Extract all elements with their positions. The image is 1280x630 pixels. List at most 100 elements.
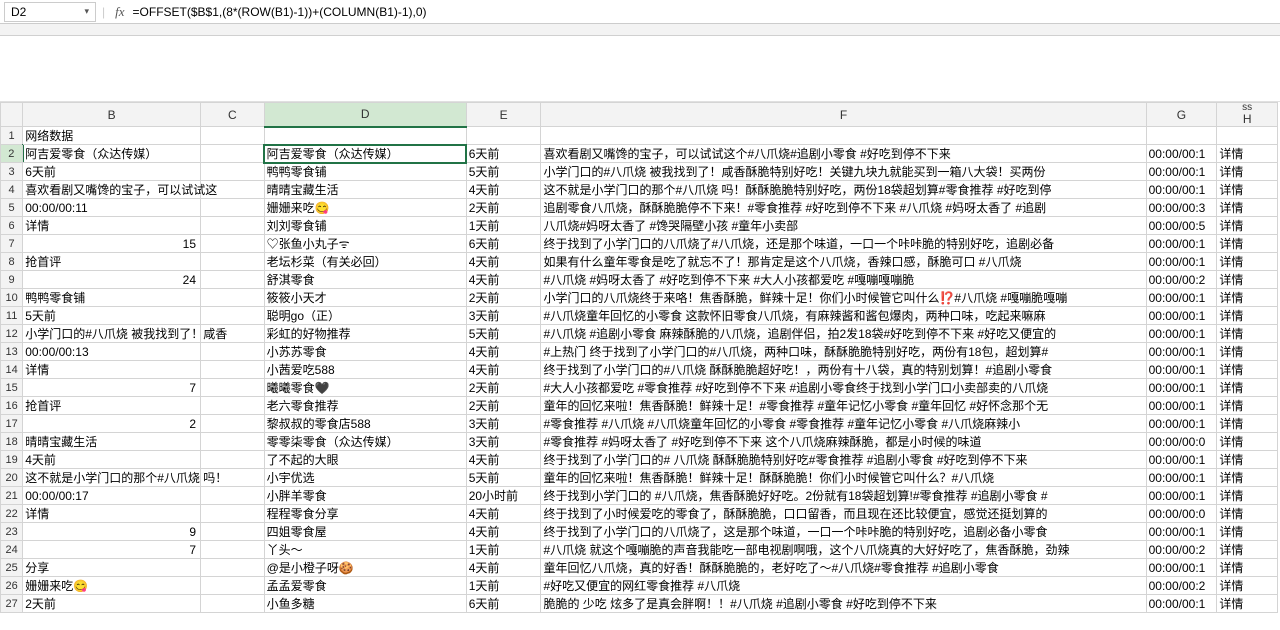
cell[interactable]: 详情: [1217, 433, 1278, 451]
cell[interactable]: 详情: [1217, 307, 1278, 325]
cell[interactable]: 详情: [1217, 559, 1278, 577]
cell[interactable]: 00:00/00:1: [1146, 415, 1217, 433]
cell[interactable]: 详情: [1217, 181, 1278, 199]
cell[interactable]: 00:00/00:1: [1146, 325, 1217, 343]
cell[interactable]: 详情: [1217, 469, 1278, 487]
cell[interactable]: 舒淇零食: [264, 271, 466, 289]
cell[interactable]: 00:00/00:1: [1146, 469, 1217, 487]
row-header[interactable]: 1: [1, 127, 23, 145]
cell[interactable]: 详情: [1217, 541, 1278, 559]
cell[interactable]: 详情: [1217, 415, 1278, 433]
cell[interactable]: 5天前: [466, 163, 541, 181]
cell[interactable]: 终于找到小学门口的 #八爪烧，焦香酥脆好好吃。2份就有18袋超划算!#零食推荐 …: [541, 487, 1146, 505]
cell[interactable]: 00:00/00:1: [1146, 487, 1217, 505]
row-header[interactable]: 9: [1, 271, 23, 289]
cell[interactable]: [201, 235, 265, 253]
cell[interactable]: 终于找到了小时候爱吃的零食了，酥酥脆脆，口口留香，而且现在还比较便宜，感觉还挺划…: [541, 505, 1146, 523]
cell[interactable]: 鸭鸭零食铺: [23, 289, 201, 307]
row-header[interactable]: 11: [1, 307, 23, 325]
row-header[interactable]: 26: [1, 577, 23, 595]
cell[interactable]: 00:00/00:1: [1146, 181, 1217, 199]
cell[interactable]: [201, 451, 265, 469]
name-box-dropdown-icon[interactable]: ▾: [84, 6, 89, 17]
cell[interactable]: 00:00/00:1: [1146, 523, 1217, 541]
cell[interactable]: 1天前: [466, 541, 541, 559]
row-header[interactable]: 25: [1, 559, 23, 577]
cell[interactable]: 阿吉爱零食（众达传媒）: [264, 145, 466, 163]
cell[interactable]: ♡张鱼小丸子ᯤ: [264, 235, 466, 253]
col-header-C[interactable]: C: [201, 103, 265, 127]
cell[interactable]: #零食推荐 #八爪烧 #八爪烧童年回忆的小零食 #零食推荐 #童年记忆小零食 #…: [541, 415, 1146, 433]
cell[interactable]: 1天前: [466, 577, 541, 595]
cell[interactable]: 这不就是小学门口的那个#八爪烧 吗！酥酥脆脆特别好吃，两份18袋超划算#零食推荐…: [541, 181, 1146, 199]
cell[interactable]: 终于找到了小学门口的八爪烧了#八爪烧，还是那个味道，一口一个咔咔脆的特别好吃，追…: [541, 235, 1146, 253]
cell[interactable]: [201, 361, 265, 379]
cell[interactable]: 小茜爱吃588: [264, 361, 466, 379]
cell[interactable]: 4天前: [466, 343, 541, 361]
cell[interactable]: 详情: [1217, 325, 1278, 343]
cell[interactable]: 喜欢看剧又嘴馋的宝子，可以试试这: [23, 181, 201, 199]
cell[interactable]: 4天前: [466, 523, 541, 541]
cell[interactable]: 详情: [1217, 145, 1278, 163]
cell[interactable]: 老六零食推荐: [264, 397, 466, 415]
cell[interactable]: 00:00/00:1: [1146, 343, 1217, 361]
row-header[interactable]: 16: [1, 397, 23, 415]
cell[interactable]: [201, 415, 265, 433]
row-header[interactable]: 22: [1, 505, 23, 523]
cell[interactable]: 详情: [1217, 487, 1278, 505]
cell[interactable]: [201, 577, 265, 595]
cell[interactable]: 详情: [1217, 271, 1278, 289]
row-header[interactable]: 18: [1, 433, 23, 451]
row-header[interactable]: 2: [1, 145, 23, 163]
cell[interactable]: 00:00/00:1: [1146, 145, 1217, 163]
cell[interactable]: 9: [23, 523, 201, 541]
cell[interactable]: 脆脆的 少吃 炫多了是真会胖啊！！#八爪烧 #追剧小零食 #好吃到停不下来: [541, 595, 1146, 613]
cell[interactable]: 4天前: [23, 451, 201, 469]
cell[interactable]: 00:00/00:3: [1146, 199, 1217, 217]
cell[interactable]: 鸭鸭零食铺: [264, 163, 466, 181]
cell[interactable]: 6天前: [466, 145, 541, 163]
row-header[interactable]: 17: [1, 415, 23, 433]
cell[interactable]: [201, 433, 265, 451]
cell[interactable]: 详情: [23, 361, 201, 379]
cell[interactable]: 24: [23, 271, 201, 289]
cell[interactable]: 详情: [1217, 289, 1278, 307]
cell[interactable]: [201, 379, 265, 397]
cell[interactable]: @是小橙子呀🍪: [264, 559, 466, 577]
cell[interactable]: 00:00/00:1: [1146, 361, 1217, 379]
cell[interactable]: 详情: [1217, 577, 1278, 595]
row-header[interactable]: 24: [1, 541, 23, 559]
cell[interactable]: [201, 343, 265, 361]
cell[interactable]: 小学门口的#八爪烧 被我找到了！咸香: [23, 325, 201, 343]
row-header[interactable]: 13: [1, 343, 23, 361]
col-header-E[interactable]: E: [466, 103, 541, 127]
cell[interactable]: 20小时前: [466, 487, 541, 505]
row-header[interactable]: 8: [1, 253, 23, 271]
cell[interactable]: 小学门口的八爪烧终于来咯！焦香酥脆，鲜辣十足！你们小时候管它叫什么⁉️#八爪烧 …: [541, 289, 1146, 307]
cell[interactable]: [466, 127, 541, 145]
cell[interactable]: 5天前: [466, 325, 541, 343]
cell[interactable]: 详情: [1217, 505, 1278, 523]
cell[interactable]: 4天前: [466, 451, 541, 469]
cell[interactable]: [201, 505, 265, 523]
cell[interactable]: 3天前: [466, 307, 541, 325]
cell[interactable]: 阿吉爱零食（众达传媒）: [23, 145, 201, 163]
cell[interactable]: 4天前: [466, 505, 541, 523]
cell[interactable]: 详情: [1217, 199, 1278, 217]
cell[interactable]: 00:00/00:13: [23, 343, 201, 361]
cell[interactable]: #大人小孩都爱吃 #零食推荐 #好吃到停不下来 #追剧小零食终于找到小学门口小卖…: [541, 379, 1146, 397]
cell[interactable]: 程程零食分享: [264, 505, 466, 523]
col-header-H[interactable]: ssH: [1217, 103, 1278, 127]
cell[interactable]: #好吃又便宜的网红零食推荐 #八爪烧: [541, 577, 1146, 595]
cell[interactable]: 00:00/00:1: [1146, 397, 1217, 415]
cell[interactable]: 5天前: [466, 469, 541, 487]
cell[interactable]: 孟孟爱零食: [264, 577, 466, 595]
cell[interactable]: 00:00/00:1: [1146, 289, 1217, 307]
row-header[interactable]: 21: [1, 487, 23, 505]
cell[interactable]: [201, 199, 265, 217]
cell[interactable]: #八爪烧 #追剧小零食 麻辣酥脆的八爪烧，追剧伴侣，拍2发18袋#好吃到停不下来…: [541, 325, 1146, 343]
cell[interactable]: 晴晴宝藏生活: [264, 181, 466, 199]
cell[interactable]: [201, 541, 265, 559]
cell[interactable]: 童年的回忆来啦！焦香酥脆！鲜辣十足！酥酥脆脆！你们小时候管它叫什么？#八爪烧: [541, 469, 1146, 487]
cell[interactable]: 00:00/00:1: [1146, 253, 1217, 271]
